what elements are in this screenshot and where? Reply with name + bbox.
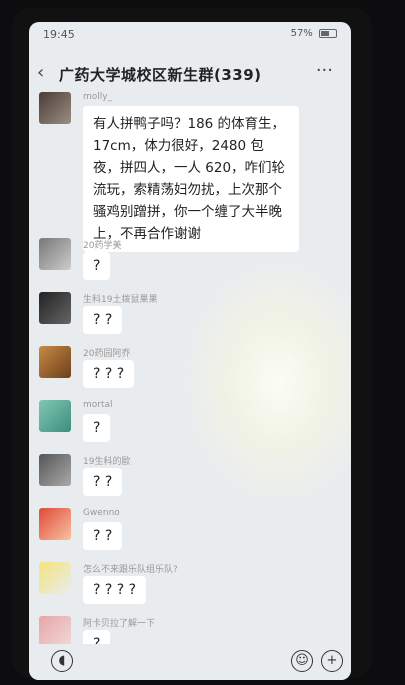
message-bubble[interactable]: ? ? (83, 306, 123, 334)
message-bubble[interactable]: 有人拼鸭子吗？186 的体育生，17cm，体力很好，2480 包夜，拼四人，一人… (83, 106, 299, 252)
back-arrow-icon[interactable]: ‹ (37, 62, 44, 83)
sender-name: 生科19土拨鼠果果 (83, 295, 158, 305)
message-bubble[interactable]: ? ? (83, 522, 123, 550)
voice-icon[interactable]: ◖ (51, 650, 73, 672)
more-icon[interactable]: ··· (316, 60, 333, 81)
status-right: 57% (291, 28, 337, 39)
sender-name: 20药学美 (83, 241, 122, 251)
battery-percent: 57% (290, 28, 313, 39)
group-title: 广药大学城校区新生群(339) (59, 66, 262, 84)
avatar[interactable] (39, 92, 71, 124)
battery-icon (319, 28, 337, 38)
message-bubble[interactable]: ? ? (83, 468, 123, 496)
sender-name: 阿卡贝拉了解一下 (83, 619, 156, 629)
plus-icon[interactable]: + (321, 650, 343, 672)
avatar[interactable] (39, 508, 71, 540)
avatar[interactable] (39, 454, 71, 486)
emoji-icon[interactable]: ☺ (291, 650, 313, 672)
chat-screen: 19:45 57% ‹ 广药大学城校区新生群(339) ··· molly_ 有… (29, 22, 351, 680)
sender-name: Gwenno (83, 508, 120, 518)
chat-header: ‹ 广药大学城校区新生群(339) ··· (29, 56, 351, 90)
avatar[interactable] (39, 400, 71, 432)
sender-name: 怎么不来跟乐队组乐队? (83, 565, 178, 575)
message-bubble[interactable]: ? ? ? (83, 360, 135, 388)
input-bar: ◖ ☺ + (29, 644, 351, 680)
avatar[interactable] (39, 292, 71, 324)
message-bubble[interactable]: ? (83, 414, 111, 442)
avatar[interactable] (39, 346, 71, 378)
phone-frame: 19:45 57% ‹ 广药大学城校区新生群(339) ··· molly_ 有… (12, 8, 372, 680)
message-bubble[interactable]: ? (83, 252, 111, 280)
message-list: molly_ 有人拼鸭子吗？186 的体育生，17cm，体力很好，2480 包夜… (29, 92, 351, 658)
sender-name: molly_ (83, 92, 113, 102)
avatar[interactable] (39, 238, 71, 270)
sender-name: mortal (83, 400, 113, 410)
status-time: 19:45 (43, 28, 75, 41)
status-bar: 19:45 57% (29, 22, 351, 48)
message-bubble[interactable]: ? ? ? ? (83, 576, 147, 604)
sender-name: 20药园阿乔 (83, 349, 131, 359)
sender-name: 19生科的歐 (83, 457, 131, 467)
avatar[interactable] (39, 562, 71, 594)
